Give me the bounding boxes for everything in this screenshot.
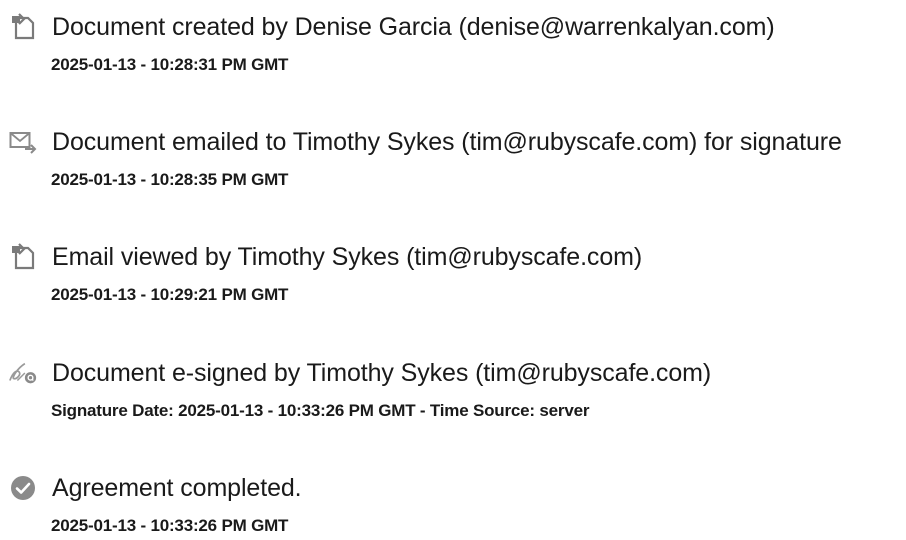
event-title: Email viewed by Timothy Sykes (tim@rubys… <box>52 243 643 271</box>
e-signature-icon <box>8 358 38 388</box>
document-created-icon <box>8 12 38 42</box>
event-title: Agreement completed. <box>52 474 302 502</box>
event-timestamp: 2025-01-13 - 10:28:35 PM GMT <box>51 170 289 189</box>
email-viewed-icon <box>8 242 38 272</box>
event-title: Document e-signed by Timothy Sykes (tim@… <box>52 359 712 387</box>
event-timestamp: 2025-01-13 - 10:33:26 PM GMT <box>51 516 289 535</box>
email-sent-icon <box>8 127 38 157</box>
event-timestamp: 2025-01-13 - 10:28:31 PM GMT <box>51 55 289 74</box>
event-title: Document emailed to Timothy Sykes (tim@r… <box>52 128 842 156</box>
checkmark-circle-icon <box>8 473 38 503</box>
event-timestamp: 2025-01-13 - 10:29:21 PM GMT <box>51 285 289 304</box>
event-signature-details: Signature Date: 2025-01-13 - 10:33:26 PM… <box>51 401 590 420</box>
event-title: Document created by Denise Garcia (denis… <box>52 13 775 41</box>
